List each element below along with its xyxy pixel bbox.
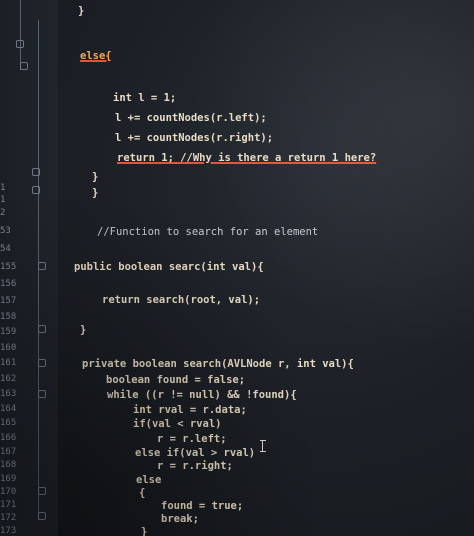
line-number: 53: [0, 226, 11, 236]
code-line: r = r.right;: [157, 460, 233, 472]
line-number: 160: [0, 343, 17, 353]
line-number: 156: [0, 279, 17, 289]
code-line: boolean found = false;: [106, 374, 246, 386]
code-line: {: [139, 487, 146, 499]
line-number: 155: [0, 262, 17, 272]
code-line: break;: [161, 513, 199, 525]
line-number: 158: [0, 312, 17, 322]
line-number: 167: [0, 447, 17, 457]
text-cursor-icon: [260, 440, 266, 452]
code-line: if(val < rval): [133, 418, 222, 430]
line-number: 159: [0, 327, 17, 337]
code-line: found = true;: [161, 500, 244, 512]
fold-marker-icon[interactable]: [38, 359, 46, 367]
line-number: 164: [0, 404, 17, 414]
fold-marker-icon[interactable]: [32, 186, 40, 194]
code-line: return 1; //Why is there a return 1 here…: [117, 152, 377, 164]
line-number: 165: [0, 418, 17, 428]
code-line: else: [136, 474, 162, 486]
code-line: }: [80, 324, 87, 336]
fold-marker-icon[interactable]: [38, 325, 46, 333]
line-number: 169: [0, 474, 17, 484]
code-line: private boolean search(AVLNode r, int va…: [82, 358, 354, 370]
code-line: }: [92, 187, 99, 199]
code-line: int rval = r.data;: [133, 404, 247, 416]
line-number: 166: [0, 433, 17, 443]
line-number: 161: [0, 358, 17, 368]
code-line: while ((r != null) && !found){: [107, 389, 297, 401]
indent-guide: [20, 0, 21, 70]
fold-marker-icon[interactable]: [20, 62, 28, 70]
fold-marker-icon[interactable]: [38, 262, 46, 270]
code-line: int l = 1;: [113, 92, 177, 104]
code-line: r = r.left;: [157, 433, 227, 445]
code-line: l += countNodes(r.left);: [115, 112, 267, 124]
code-line: public boolean searc(int val){: [74, 261, 264, 273]
line-number: 172: [0, 513, 17, 523]
code-line: }: [78, 5, 85, 17]
code-line: l += countNodes(r.right);: [115, 132, 274, 144]
indent-guide: [38, 20, 39, 520]
fold-marker-icon[interactable]: [38, 487, 46, 495]
line-number: 168: [0, 460, 17, 470]
line-number: 170: [0, 487, 17, 497]
code-line: //Function to search for an element: [97, 226, 319, 238]
line-number: 2: [0, 208, 6, 218]
fold-marker-icon[interactable]: [16, 40, 24, 48]
line-number: 163: [0, 389, 17, 399]
fold-marker-icon[interactable]: [38, 390, 46, 398]
line-number: 171: [0, 500, 17, 510]
line-number: 173: [0, 526, 17, 536]
fold-marker-icon[interactable]: [38, 512, 46, 520]
line-number: 54: [0, 244, 11, 254]
code-line: }: [141, 526, 148, 536]
line-number: 1: [0, 195, 6, 205]
monitor-photo: 1 1 2 53 54 155 156 157 158 159 160 161 162 163 164 165…: [0, 0, 474, 536]
code-line: }: [92, 171, 99, 183]
line-number: 157: [0, 296, 17, 306]
code-line: else{: [80, 50, 112, 62]
line-number: 1: [0, 183, 6, 193]
code-line: return search(root, val);: [102, 294, 261, 306]
fold-marker-icon[interactable]: [32, 168, 40, 176]
code-line: else if(val > rval): [135, 447, 256, 459]
line-number: 162: [0, 374, 17, 384]
